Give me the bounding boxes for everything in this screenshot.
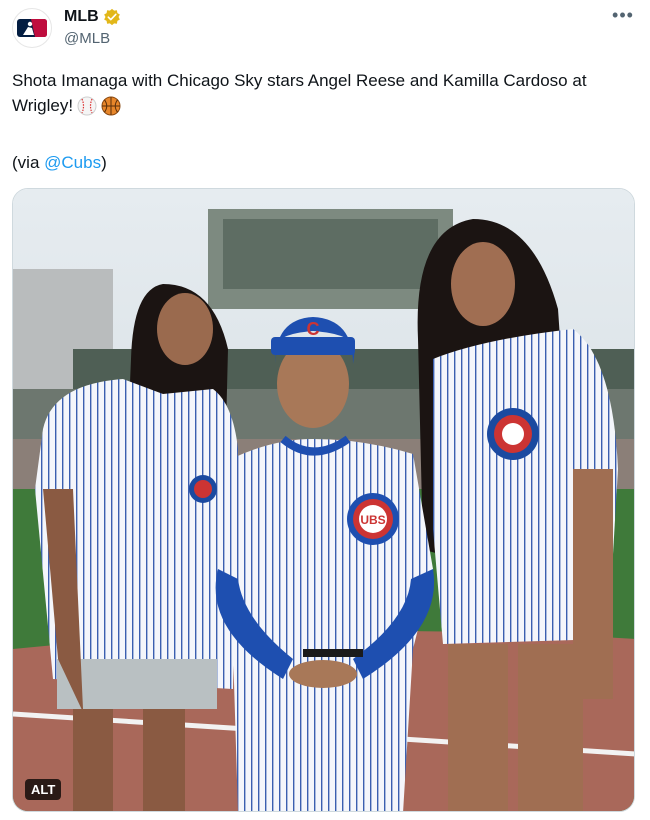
photo-illustration: C UBS (13, 189, 634, 811)
tweet-text-line1: Shota Imanaga with Chicago Sky stars Ang… (12, 71, 587, 90)
tweet-header: MLB @MLB ••• (12, 6, 638, 56)
tweet-text-line2-row: Wrigley! (12, 93, 638, 118)
baseball-emoji-icon (77, 96, 97, 115)
display-name[interactable]: MLB (64, 8, 99, 26)
via-suffix: ) (101, 153, 107, 172)
via-prefix: (via (12, 153, 45, 172)
account-handle[interactable]: @MLB (64, 30, 110, 47)
avatar[interactable] (12, 8, 52, 48)
cubs-mention-link[interactable]: @Cubs (44, 153, 101, 172)
name-row: MLB (64, 8, 121, 26)
basketball-emoji-icon (101, 96, 121, 115)
verified-badge-icon[interactable] (103, 8, 121, 26)
alt-text-button[interactable]: ALT (25, 779, 62, 800)
mlb-logo-icon (17, 19, 47, 37)
tweet-text-line2: Wrigley! (12, 96, 74, 115)
via-credit: (via @Cubs) (12, 150, 107, 175)
jersey-text: UBS (360, 513, 385, 527)
tweet-photo[interactable]: C UBS ALT (12, 188, 635, 812)
more-options-icon[interactable]: ••• (608, 6, 638, 28)
cap-logo-letter: C (307, 319, 320, 339)
tweet-text: Shota Imanaga with Chicago Sky stars Ang… (12, 68, 638, 118)
